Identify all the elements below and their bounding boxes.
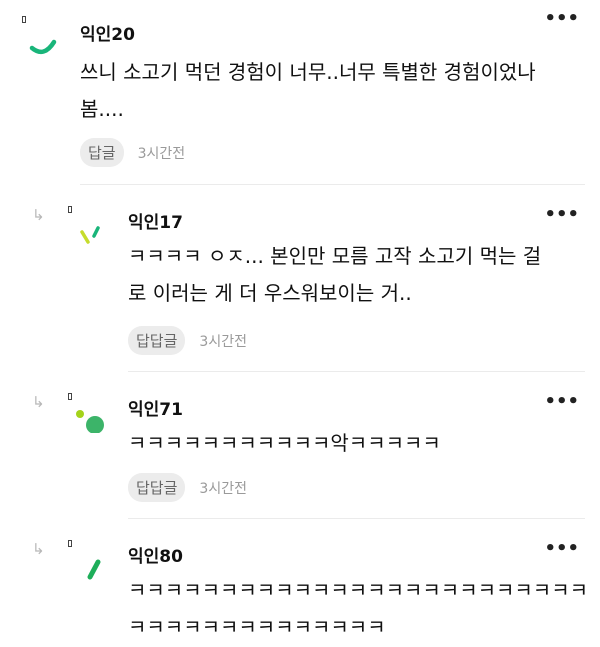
divider (128, 518, 585, 519)
timestamp: 3시간전 (199, 480, 247, 497)
reply-button[interactable]: 답답글 (128, 473, 186, 502)
commenter-name[interactable]: 익인80 (128, 542, 183, 567)
divider (80, 184, 585, 185)
reply-arrow-icon: ↳ (32, 540, 45, 558)
avatar-shape-icon (76, 410, 104, 433)
commenter-name[interactable]: 익인17 (128, 208, 183, 233)
comment-text: 쓰니 소고기 먹던 경험이 너무..너무 특별한 경험이었나 봄.... (80, 60, 536, 121)
comment-meta: 답글 3시간전 (80, 138, 185, 167)
reply-arrow-icon: ↳ (32, 393, 45, 411)
reply-arrow-icon: ↳ (32, 206, 45, 224)
commenter-name[interactable]: 익인71 (128, 395, 183, 420)
commenter-name[interactable]: 익인20 (80, 20, 135, 45)
comment-meta: 답답글 3시간전 (128, 473, 247, 502)
divider (128, 371, 585, 372)
avatar[interactable] (68, 393, 108, 433)
reply-button[interactable]: 답답글 (128, 326, 186, 355)
avatar-shape-icon (87, 559, 101, 580)
avatar[interactable] (68, 206, 108, 246)
comment-text: ㅋㅋㅋㅋㅋㅋㅋㅋㅋㅋㅋ악ㅋㅋㅋㅋㅋ (128, 431, 441, 455)
avatar-shape-icon (80, 226, 100, 244)
avatar[interactable] (68, 540, 108, 580)
more-options-icon[interactable]: ••• (544, 10, 579, 28)
timestamp: 3시간전 (137, 145, 186, 162)
comment-meta: 답답글 3시간전 (128, 326, 247, 355)
more-options-icon[interactable]: ••• (544, 393, 579, 411)
comment-text: ㅋㅋㅋㅋㅋㅋㅋㅋㅋㅋㅋㅋㅋㅋㅋㅋㅋㅋㅋㅋㅋㅋㅋㅋㅋ ㅋㅋㅋㅋㅋㅋㅋㅋㅋㅋㅋㅋㅋㅋ (128, 578, 588, 639)
avatar-shape-icon (29, 39, 57, 55)
timestamp: 3시간전 (199, 333, 247, 350)
more-options-icon[interactable]: ••• (544, 540, 579, 558)
more-options-icon[interactable]: ••• (544, 206, 579, 224)
avatar[interactable] (22, 16, 62, 56)
reply-button[interactable]: 답글 (80, 138, 124, 167)
comment-text: ㅋㅋㅋㅋ ㅇㅈ... 본인만 모름 고작 소고기 먹는 걸 로 이러는 게 더 … (128, 244, 542, 305)
